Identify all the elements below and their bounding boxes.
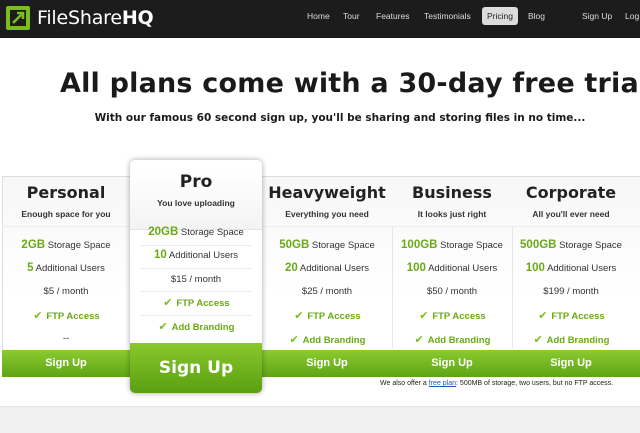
price: $5 / month xyxy=(43,286,89,297)
plan-tagline: Everything you need xyxy=(285,209,369,219)
nav-home[interactable]: Home xyxy=(302,7,335,25)
plan-tagline: All you'll ever need xyxy=(532,209,610,219)
price: $50 / month xyxy=(426,286,478,297)
row-divider xyxy=(140,315,252,316)
plan-business: Business It looks just right 100GB Stora… xyxy=(392,176,512,351)
ftp-feature: ✔ FTP Access xyxy=(163,297,230,309)
plan-name: Corporate xyxy=(525,183,617,202)
storage-feature: 500GB Storage Space xyxy=(520,239,622,251)
check-icon: ✔ xyxy=(419,310,429,322)
signup-button-heavyweight[interactable]: Sign Up xyxy=(262,350,392,377)
page-footer-band xyxy=(0,406,640,433)
check-icon: ✔ xyxy=(289,334,299,346)
storage-feature: 20GB Storage Space xyxy=(148,226,244,238)
free-plan-note: We also offer a free plan: 500MB of stor… xyxy=(380,380,614,387)
nav-testimonials[interactable]: Testimonials xyxy=(419,7,476,25)
price: $199 / month xyxy=(543,286,599,297)
check-icon: ✔ xyxy=(533,334,543,346)
plan-name: Heavyweight xyxy=(268,183,386,202)
signup-button-personal[interactable]: Sign Up xyxy=(2,350,130,377)
page-subheadline: With our famous 60 second sign up, you'l… xyxy=(94,112,586,124)
plan-name: Business xyxy=(412,183,492,202)
ftp-feature: ✔ FTP Access xyxy=(538,310,605,322)
main-nav: Home Tour Features Testimonials Pricing … xyxy=(0,7,640,25)
check-icon: ✔ xyxy=(414,334,424,346)
price: $25 / month xyxy=(301,286,353,297)
row-divider xyxy=(140,268,252,269)
row-divider xyxy=(140,245,252,246)
check-icon: ✔ xyxy=(163,297,173,309)
nav-pricing[interactable]: Pricing xyxy=(482,7,518,25)
signup-button-pro[interactable]: Sign Up xyxy=(130,343,262,393)
branding-feature: ✔ Add Branding xyxy=(414,334,491,346)
plan-header: Pro You love uploading xyxy=(130,172,262,230)
check-icon: ✔ xyxy=(538,310,548,322)
branding-feature: ✔ Add Branding xyxy=(158,321,235,333)
ftp-feature: ✔ FTP Access xyxy=(33,310,100,322)
check-icon: ✔ xyxy=(158,321,168,333)
nav-features[interactable]: Features xyxy=(371,7,415,25)
plan-name: Personal xyxy=(26,183,106,202)
users-feature: 5 Additional Users xyxy=(27,262,105,274)
users-feature: 100 Additional Users xyxy=(406,262,498,274)
signup-button-corporate[interactable]: Sign Up xyxy=(512,350,630,377)
page-headline: All plans come with a 30-day free trial. xyxy=(60,68,640,99)
users-feature: 100 Additional Users xyxy=(525,262,617,274)
plan-name: Pro xyxy=(179,172,213,192)
branding-feature: ✔ Add Branding xyxy=(289,334,366,346)
plan-tagline: It looks just right xyxy=(417,209,487,219)
nav-blog[interactable]: Blog xyxy=(523,7,550,25)
storage-feature: 50GB Storage Space xyxy=(279,239,375,251)
check-icon: ✔ xyxy=(33,310,43,322)
nav-log-in[interactable]: Log xyxy=(620,7,640,25)
nav-tour[interactable]: Tour xyxy=(338,7,365,25)
plan-corporate: Corporate All you'll ever need 500GB Sto… xyxy=(512,176,630,351)
storage-feature: 2GB Storage Space xyxy=(21,239,111,251)
plan-tagline: You love uploading xyxy=(157,198,235,208)
free-plan-link[interactable]: free plan xyxy=(429,380,456,387)
users-feature: 20 Additional Users xyxy=(284,262,370,274)
signup-button-business[interactable]: Sign Up xyxy=(392,350,512,377)
branding-feature: ✔ Add Branding xyxy=(533,334,610,346)
plan-heavyweight: Heavyweight Everything you need 50GB Sto… xyxy=(262,176,392,351)
plan-personal: Personal Enough space for you 2GB Storag… xyxy=(2,176,130,351)
ftp-feature: ✔ FTP Access xyxy=(419,310,486,322)
users-feature: 10 Additional Users xyxy=(153,249,239,261)
plan-pro: Pro You love uploading 20GB Storage Spac… xyxy=(130,160,262,393)
plan-tagline: Enough space for you xyxy=(21,209,111,219)
ftp-feature: ✔ FTP Access xyxy=(294,310,361,322)
price: $15 / month xyxy=(170,274,222,285)
storage-feature: 100GB Storage Space xyxy=(401,239,503,251)
check-icon: ✔ xyxy=(294,310,304,322)
nav-sign-up[interactable]: Sign Up xyxy=(577,7,617,25)
branding-feature: -- xyxy=(62,333,70,344)
top-header: FileShareHQ Home Tour Features Testimoni… xyxy=(0,0,640,38)
row-divider xyxy=(140,291,252,292)
